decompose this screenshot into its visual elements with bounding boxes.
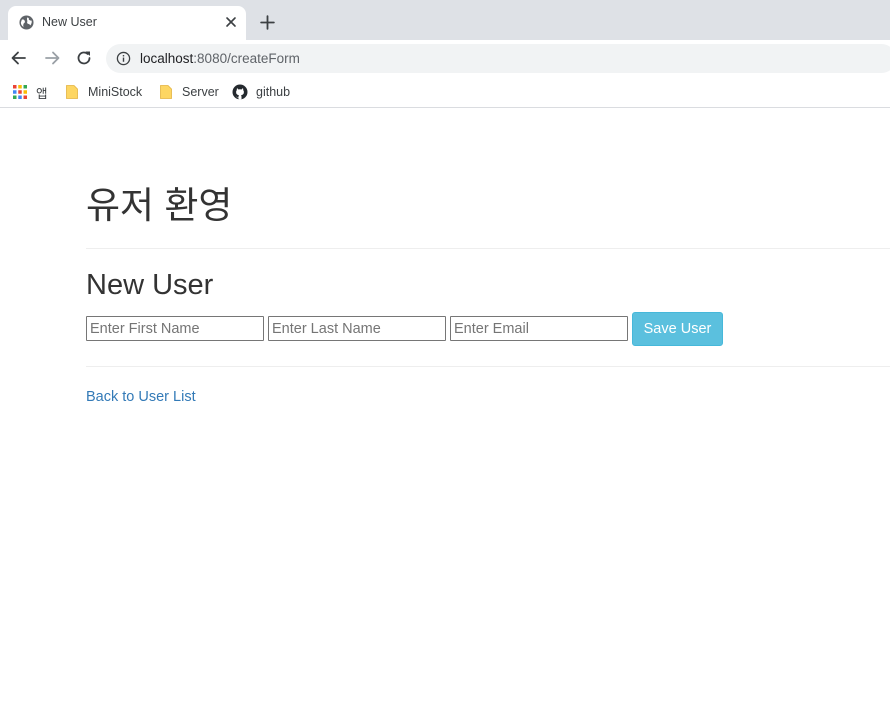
back-arrow-icon[interactable] <box>9 48 29 68</box>
close-icon[interactable] <box>223 14 239 30</box>
bookmark-apps[interactable]: 앱 <box>12 82 48 102</box>
bookmark-server[interactable]: Server <box>158 82 219 102</box>
folder-icon <box>66 85 78 99</box>
back-to-user-list-link[interactable]: Back to User List <box>86 388 196 406</box>
bookmark-label: github <box>256 85 291 99</box>
url-path: :8080/createForm <box>193 51 300 66</box>
save-user-button[interactable]: Save User <box>632 312 723 346</box>
address-bar[interactable]: localhost:8080/createForm <box>106 44 890 73</box>
first-name-input[interactable] <box>86 316 264 341</box>
last-name-input[interactable] <box>268 316 446 341</box>
info-icon[interactable] <box>116 51 131 66</box>
forward-arrow-icon[interactable] <box>42 48 62 68</box>
folder-icon <box>160 85 172 99</box>
bookmark-label: 앱 <box>36 86 48 101</box>
reload-icon[interactable] <box>74 48 94 68</box>
apps-grid-icon <box>13 85 27 99</box>
url-host: localhost <box>140 51 194 66</box>
new-tab-plus-icon[interactable] <box>259 14 276 31</box>
browser-toolbar: localhost:8080/createForm <box>0 40 890 76</box>
bookmark-ministock[interactable]: MiniStock <box>64 82 142 102</box>
github-icon <box>232 84 248 100</box>
url-text[interactable]: localhost:8080/createForm <box>140 51 300 66</box>
form-title: New User <box>86 269 214 301</box>
bookmarks-bar: 앱 MiniStock Server github <box>0 76 890 108</box>
tab-title: New User <box>42 15 97 29</box>
divider <box>86 366 890 367</box>
tab-new-user[interactable]: New User <box>8 6 246 40</box>
tab-strip: New User <box>0 0 890 40</box>
globe-icon <box>19 15 34 30</box>
bookmark-label: Server <box>182 85 219 99</box>
bookmark-label: MiniStock <box>88 85 143 99</box>
bookmark-github[interactable]: github <box>232 82 290 102</box>
divider <box>86 248 890 249</box>
page-title: 유저 환영 <box>86 185 233 226</box>
email-input[interactable] <box>450 316 628 341</box>
